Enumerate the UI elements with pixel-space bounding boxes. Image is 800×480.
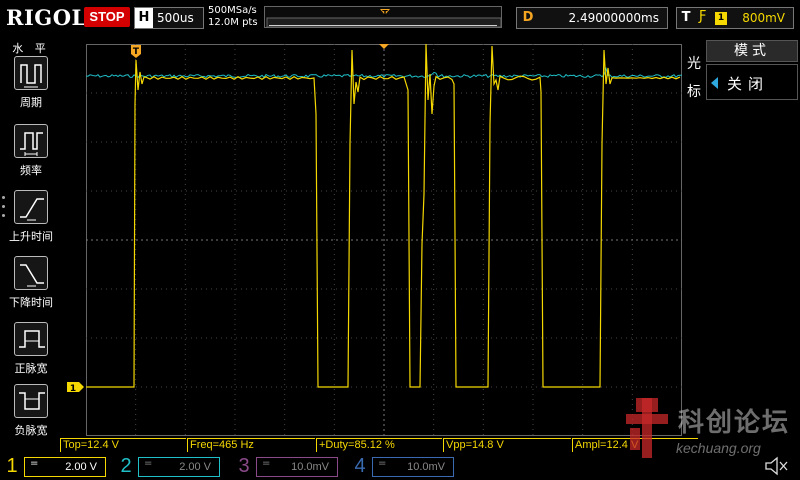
timebase-display[interactable]: H 500us: [134, 7, 204, 29]
period-icon: [20, 64, 42, 88]
channel-bar: 1 = 2.00 V 2 = 2.00 V 3 = 10.0mV 4 = 10.…: [0, 454, 800, 480]
channel-1-status[interactable]: 1 = 2.00 V: [4, 455, 112, 478]
channel-2-status[interactable]: 2 = 2.00 V: [118, 455, 226, 478]
frequency-icon: [20, 132, 43, 156]
channel-scale: 10.0mV: [407, 461, 445, 473]
sample-rate: 500MSa/s: [208, 5, 257, 16]
menu-title: 水 平: [12, 42, 50, 55]
measure-menu: 水 平 周期 频率 上升时间 下降时间 正脉宽 负脉宽: [0, 38, 62, 440]
channel-number: 1: [4, 455, 20, 477]
timebase-value: 500us: [157, 11, 194, 25]
graticule: [86, 44, 682, 436]
ch1-offset-label: 1: [70, 384, 76, 393]
menu-item-label: 上升时间: [9, 230, 53, 243]
menu-item-period[interactable]: 周期: [0, 56, 62, 120]
channel-number: 4: [354, 455, 366, 477]
watermark-title: 科创论坛: [678, 408, 791, 438]
watermark-logo: [626, 398, 668, 458]
trigger-level: 800mV: [742, 11, 785, 25]
channel-number: 2: [120, 455, 132, 477]
channel-scale: 2.00 V: [65, 461, 97, 473]
menu-item-rise-time[interactable]: 上升时间: [0, 190, 62, 254]
trigger-position-label: T: [133, 47, 140, 57]
ch1-offset-marker[interactable]: 1: [66, 381, 86, 393]
measurement-vpp[interactable]: Vpp=14.8 V: [443, 438, 571, 452]
dc-coupling-icon: =: [262, 458, 271, 469]
trigger-position-marker[interactable]: T: [131, 45, 141, 58]
delay-tag: D: [522, 10, 534, 25]
memory-waveform-icon: T: [266, 9, 502, 28]
watermark-url: kechuang.org: [676, 440, 761, 456]
center-marker-icon: [379, 44, 389, 49]
measurement-top[interactable]: Top=12.4 V: [60, 438, 186, 452]
cursor-mode-arrow-icon: [711, 77, 718, 89]
menu-item-positive-pulse-width[interactable]: 正脉宽: [0, 322, 62, 386]
dc-coupling-icon: =: [30, 458, 39, 469]
timebase-tag: H: [135, 8, 153, 28]
negative-pulse-icon: [19, 392, 45, 410]
dc-coupling-icon: =: [378, 458, 387, 469]
menu-item-label: 负脉宽: [14, 424, 48, 437]
memory-depth: 12.0M pts: [208, 17, 258, 28]
channel-scale: 10.0mV: [291, 461, 329, 473]
channel-scale: 2.00 V: [179, 461, 211, 473]
menu-item-label: 下降时间: [9, 296, 53, 309]
menu-item-fall-time[interactable]: 下降时间: [0, 256, 62, 320]
ch1-trace: [86, 44, 681, 388]
channel-number: 3: [238, 455, 250, 477]
dc-coupling-icon: =: [144, 458, 153, 469]
trigger-tag: T: [681, 10, 691, 25]
trigger-display[interactable]: T Ƒ 1 800mV: [676, 7, 794, 29]
channel-4-status[interactable]: 4 = 10.0mV: [352, 455, 460, 478]
menu-item-label: 正脉宽: [14, 362, 48, 375]
top-status-bar: RIGOL STOP H 500us 500MSa/s 12.0M pts T …: [0, 0, 800, 36]
brand-logo: RIGOL: [6, 5, 87, 30]
channel-3-status[interactable]: 3 = 10.0mV: [236, 455, 344, 478]
measurement-duty[interactable]: +Duty=85.12 %: [316, 438, 442, 452]
positive-pulse-icon: [19, 330, 45, 348]
rising-edge-icon: Ƒ: [699, 9, 707, 24]
fall-time-icon: [20, 264, 44, 287]
cursor-panel-label: 光 标: [687, 56, 701, 100]
menu-item-label: 频率: [20, 164, 42, 177]
memory-trigger-marker: T: [382, 9, 388, 18]
speaker-mute-icon[interactable]: [764, 456, 790, 476]
menu-item-label: 周期: [20, 96, 42, 109]
cursor-panel: 光 标 模式 关闭: [682, 38, 800, 440]
measurement-freq[interactable]: Freq=465 Hz: [187, 438, 315, 452]
waveform-display[interactable]: T: [86, 44, 682, 436]
trigger-source: 1: [715, 12, 727, 25]
memory-overview[interactable]: T: [264, 6, 502, 28]
cursor-mode-button[interactable]: 关闭: [706, 64, 798, 100]
delay-display[interactable]: D 2.49000000ms: [516, 7, 668, 29]
run-stop-indicator[interactable]: STOP: [84, 7, 130, 27]
cursor-mode-value: 关闭: [727, 75, 770, 93]
cursor-mode-title: 模式: [706, 40, 798, 62]
acquisition-info: 500MSa/s 12.0M pts: [208, 5, 258, 29]
menu-item-negative-pulse-width[interactable]: 负脉宽: [0, 384, 62, 448]
menu-item-frequency[interactable]: 频率: [0, 124, 62, 188]
rise-time-icon: [20, 198, 44, 221]
delay-value: 2.49000000ms: [568, 11, 659, 25]
